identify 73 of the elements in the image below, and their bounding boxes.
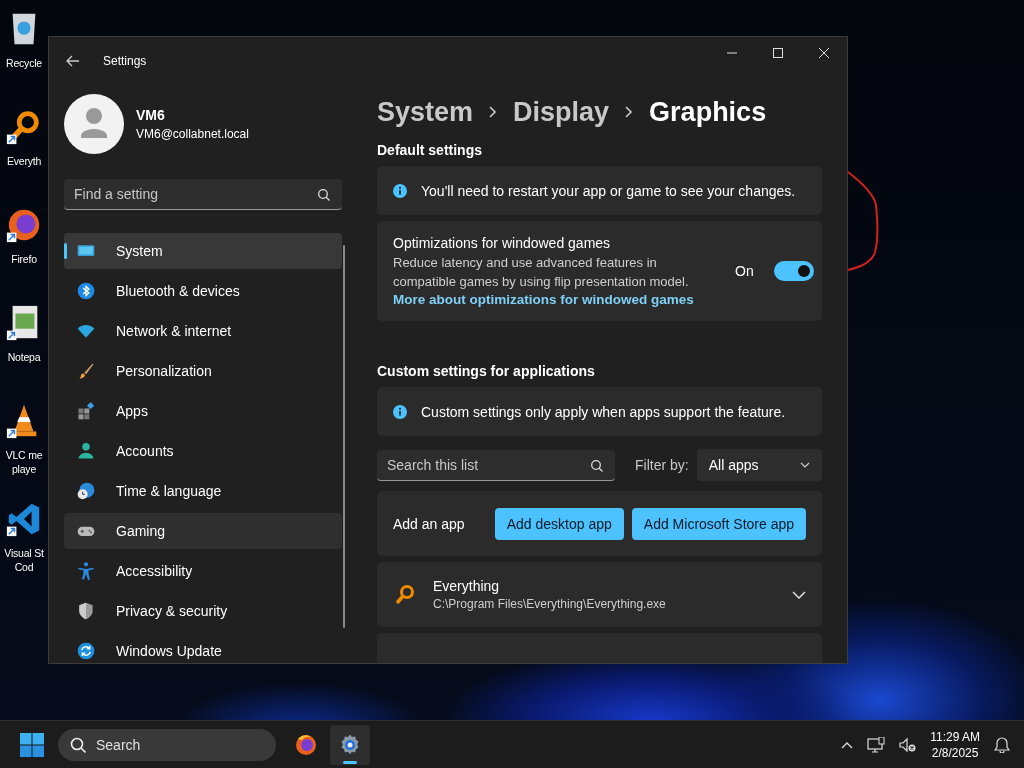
search-field[interactable]: Find a setting [64, 179, 342, 210]
nav-item[interactable]: Accessibility [64, 553, 342, 589]
clock[interactable]: 11:29 AM 2/8/2025 [930, 728, 980, 761]
info-text: You'll need to restart your app or game to see your changes. [421, 182, 796, 199]
taskbar-app-button[interactable] [330, 724, 370, 765]
sync-icon [76, 641, 96, 661]
network-icon[interactable] [867, 736, 886, 753]
setting-title: Optimizations for windowed games [393, 235, 612, 251]
nav-item[interactable]: Bluetooth & devices [64, 273, 342, 309]
browser-icon [294, 732, 318, 757]
app-path: C:\Program Files\Everything\Everything.exe [433, 597, 667, 611]
nav-item[interactable]: Network & internet [64, 313, 342, 349]
chevron-down-icon[interactable] [792, 590, 806, 599]
user-name: VM6 [136, 107, 166, 123]
breadcrumb-link[interactable]: System [377, 96, 474, 128]
section-heading: Default settings [377, 142, 483, 158]
nav-item[interactable]: Time & language [64, 473, 342, 509]
notification-bell-icon[interactable] [994, 736, 1010, 753]
nav-item[interactable]: Gaming [64, 513, 342, 549]
desktop-icon-label: Visual St [4, 546, 44, 560]
user-email: VM6@collabnet.local [136, 127, 249, 141]
nav-item[interactable]: Apps [64, 393, 342, 429]
nav-item[interactable]: System [64, 233, 342, 269]
accessibility-icon [76, 561, 96, 581]
desktop-icon-label: Firefo [11, 252, 37, 266]
globe-clock-icon [76, 481, 96, 501]
info-icon [393, 404, 407, 419]
nav-item[interactable]: Privacy & security [64, 593, 342, 629]
close-icon [819, 48, 829, 58]
filter-label: Filter by: [635, 457, 689, 473]
desktop-icon-label: Cod [14, 560, 34, 574]
volume-muted-icon[interactable] [899, 736, 917, 753]
info-text: Custom settings only apply when apps support the feature. [421, 403, 786, 420]
nav-item[interactable]: Accounts [64, 433, 342, 469]
search-icon [590, 458, 603, 472]
section-heading: Custom settings for applications [377, 363, 596, 379]
nav-item[interactable]: Windows Update [64, 633, 342, 663]
app-card[interactable]: Everything C:\Program Files\Everything\Everything.exe [377, 562, 822, 627]
add-app-label: Add an app [393, 515, 466, 532]
avatar [64, 94, 124, 154]
chevron-icon [625, 106, 634, 118]
add-app-button[interactable]: Add Microsoft Store app [631, 507, 806, 540]
learn-more-link[interactable]: More about optimizations for windowed games [393, 292, 694, 307]
desktop-icon-label: Recycle [6, 56, 42, 70]
add-app-button[interactable]: Add desktop app [494, 507, 624, 540]
page-title: Graphics [649, 96, 767, 128]
person-icon [76, 441, 96, 461]
search-icon [317, 188, 330, 201]
desktop-icon-label: Everyth [6, 154, 42, 168]
desktop-icon-label: Notepa [7, 350, 41, 364]
filter-dropdown[interactable]: All apps [696, 449, 822, 481]
breadcrumb-link[interactable]: Display [513, 96, 610, 128]
apps-icon [76, 401, 96, 421]
app-name: Everything [433, 578, 501, 594]
desktop-icon-label: playe [11, 462, 37, 476]
info-icon [393, 183, 407, 198]
chevron-down-icon [800, 462, 810, 468]
list-search-field[interactable]: Search this list [377, 449, 615, 481]
bluetooth-icon [76, 281, 96, 301]
maximize-icon [773, 48, 783, 58]
setting-description: Reduce latency and use advanced features in compatible games by using flip presentation model. [393, 254, 690, 291]
chevron-icon [489, 106, 498, 118]
nav-item[interactable]: Personalization [64, 353, 342, 389]
desktop-icon-label: VLC me [5, 448, 43, 462]
toggle-state-label: On [735, 263, 754, 279]
taskbar-search[interactable]: Search [58, 728, 276, 761]
start-icon[interactable] [20, 732, 44, 757]
search-icon [70, 736, 86, 753]
shield-icon [76, 601, 96, 621]
toggle-switch[interactable] [773, 261, 814, 281]
window-title: Settings [103, 54, 148, 68]
magnifier-icon [393, 582, 417, 607]
chevron-up-icon[interactable] [841, 740, 854, 749]
